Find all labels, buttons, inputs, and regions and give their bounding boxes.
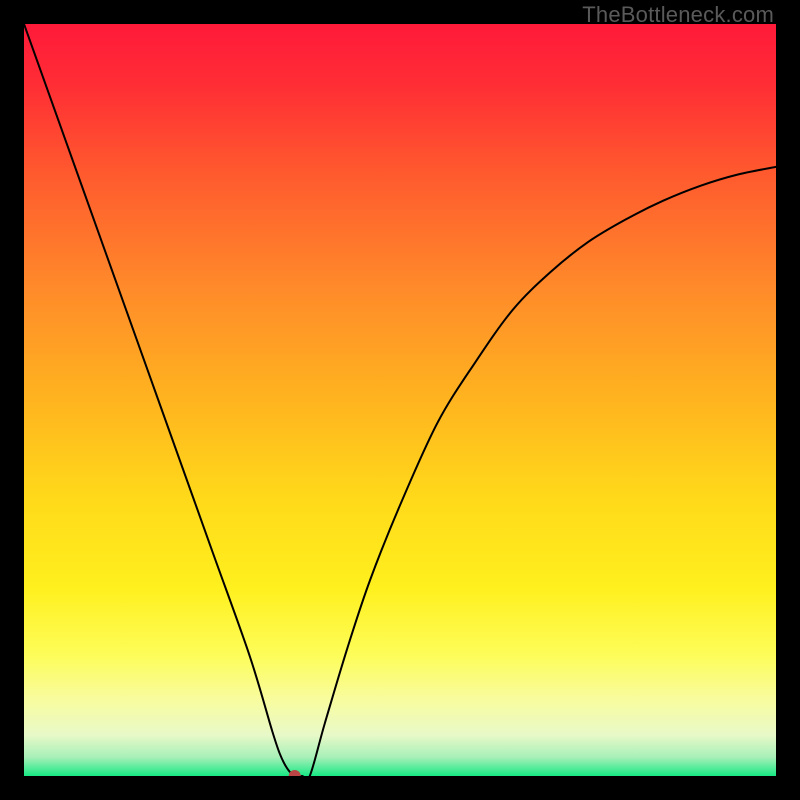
gradient-background bbox=[24, 24, 776, 776]
plot-area bbox=[24, 24, 776, 776]
chart-canvas bbox=[24, 24, 776, 776]
watermark-text: TheBottleneck.com bbox=[582, 2, 774, 28]
